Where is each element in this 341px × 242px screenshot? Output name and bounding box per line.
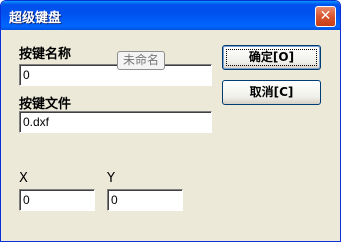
dialog-title: 超级键盘 bbox=[9, 11, 62, 26]
close-icon: ✕ bbox=[319, 8, 332, 24]
key-file-label: 按键文件 bbox=[19, 97, 72, 112]
y-label: Y bbox=[107, 171, 115, 186]
title-bar[interactable]: 超级键盘 ✕ bbox=[1, 1, 340, 30]
dialog-body: 按键名称 0 未命名 按键文件 0.dxf X 0 Y 0 确定[O] 取消[C… bbox=[1, 30, 340, 241]
key-name-label: 按键名称 bbox=[19, 47, 72, 62]
key-name-tooltip: 未命名 bbox=[117, 51, 165, 70]
dialog-window: 超级键盘 ✕ 按键名称 0 未命名 按键文件 0.dxf X 0 Y 0 确定[… bbox=[0, 0, 341, 242]
ok-button[interactable]: 确定[O] bbox=[222, 45, 321, 70]
key-name-input[interactable]: 0 bbox=[19, 64, 212, 86]
close-button[interactable]: ✕ bbox=[315, 6, 336, 27]
ok-button-label: 确定[O] bbox=[248, 50, 295, 64]
key-file-input[interactable]: 0.dxf bbox=[19, 111, 212, 133]
y-input[interactable]: 0 bbox=[107, 189, 183, 211]
x-input[interactable]: 0 bbox=[19, 189, 95, 211]
cancel-button[interactable]: 取消[C] bbox=[222, 80, 321, 105]
cancel-button-label: 取消[C] bbox=[249, 85, 294, 99]
x-label: X bbox=[19, 171, 28, 186]
